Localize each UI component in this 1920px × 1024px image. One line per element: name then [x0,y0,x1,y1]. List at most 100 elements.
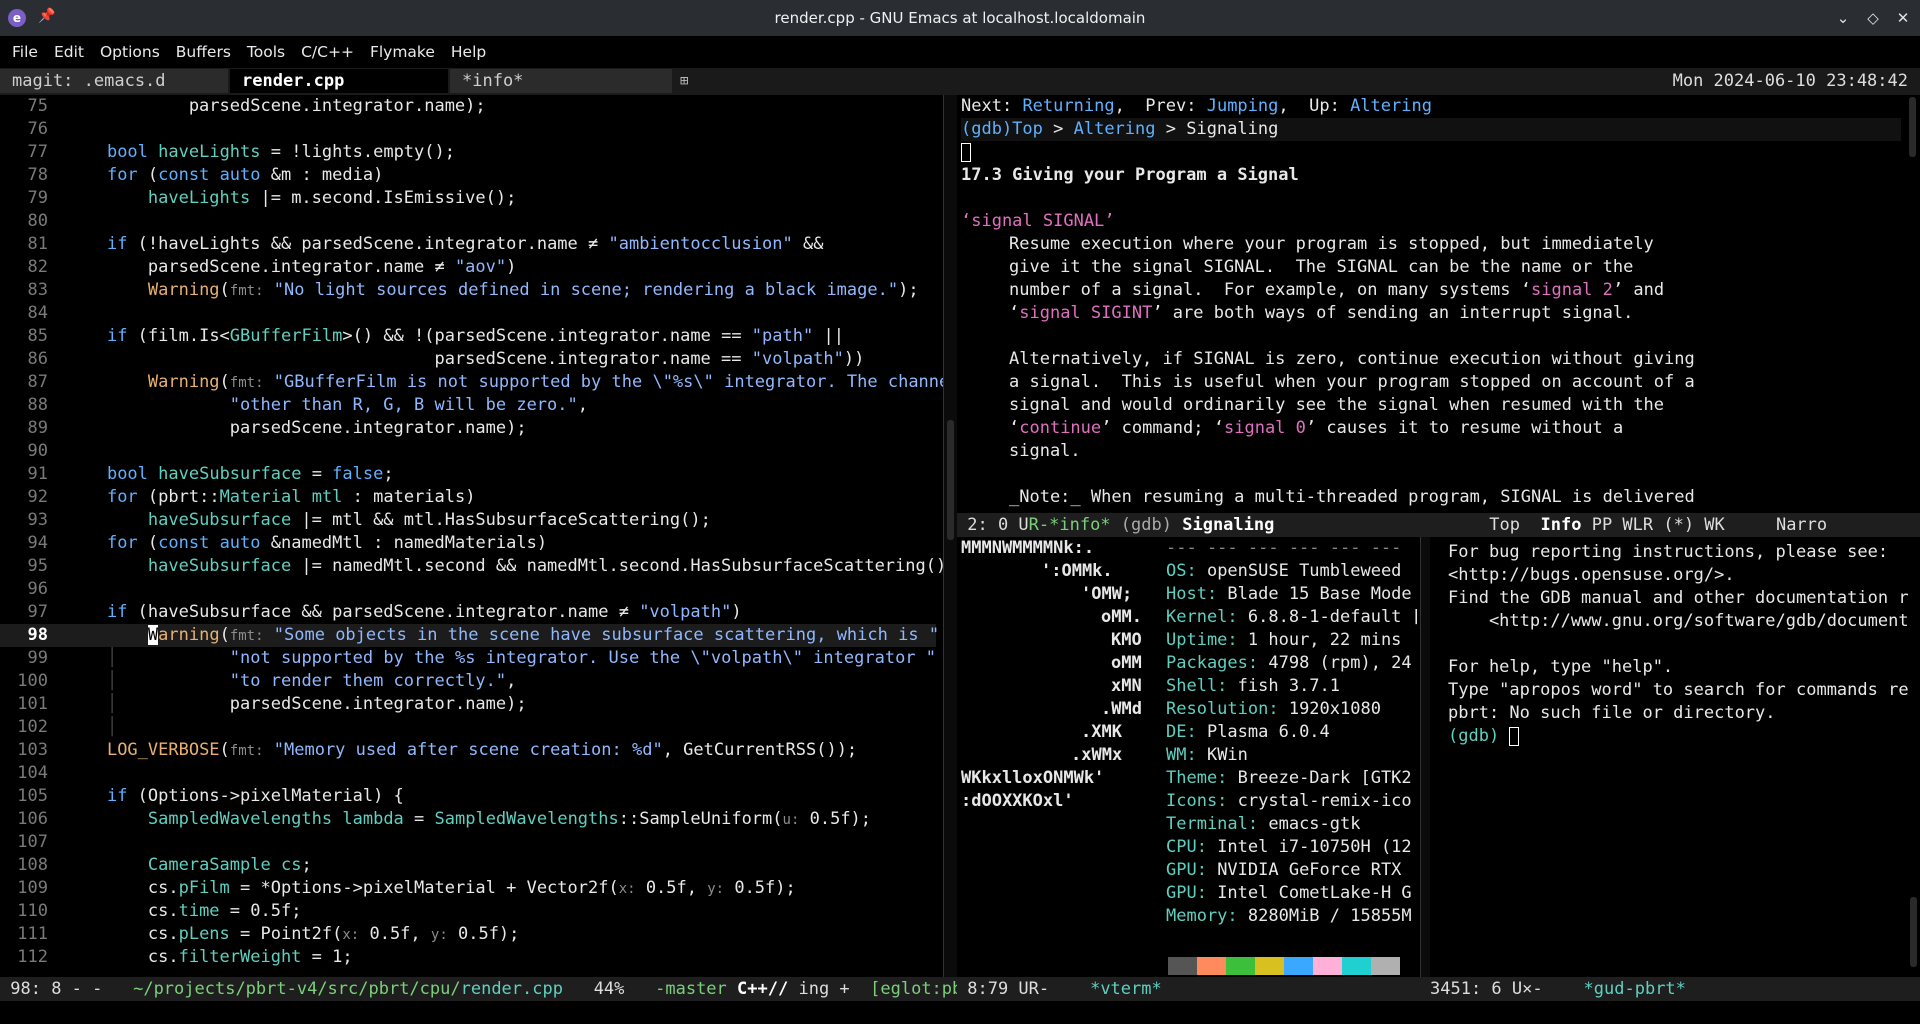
color-swatch [1371,957,1400,975]
code-line: │ "not supported by the %s integrator. U… [106,648,937,668]
window-divider[interactable] [943,95,957,977]
code-line: cs.pLens = Point2f(x: 0.5f, y: 0.5f); [66,924,520,944]
menu-options[interactable]: Options [92,43,168,61]
breadcrumb-top[interactable]: (gdb)Top [961,119,1043,139]
neofetch-row: DE: Plasma 6.0.4 [1166,721,1330,744]
menu-buffers[interactable]: Buffers [168,43,239,61]
neofetch-separator: --- --- --- --- --- --- [1166,538,1402,558]
gud-pane[interactable]: For bug reporting instructions, please s… [1430,537,1920,977]
editor-scrollbar-thumb[interactable] [947,420,954,540]
info-text: ‘continue’ command; ‘signal 0’ causes it… [1009,418,1624,438]
info-up-link[interactable]: Altering [1350,96,1432,116]
logo-line: WKkxlloxONMWk' [961,768,1105,788]
neofetch-value: 1 hour, 22 mins [1237,630,1402,650]
info-cursor [961,141,971,164]
logo-line: .XMK [1081,722,1122,742]
neofetch-value: 4798 (rpm), 24 [1258,653,1412,673]
menu-cpp[interactable]: C/C++ [293,43,362,61]
neofetch-key: Terminal: [1166,814,1259,834]
info-next-link[interactable]: Returning [1022,96,1114,116]
neofetch-key: Shell: [1166,676,1228,696]
menu-edit[interactable]: Edit [46,43,92,61]
line-number: 84 [27,303,48,323]
neofetch-value: Intel CometLake-H G [1206,883,1412,903]
code-line: for (const auto &m : media) [106,165,384,185]
minimize-icon[interactable]: ⌄ [1832,7,1854,29]
line-number: 106 [17,809,48,829]
code-line: parsedScene.integrator.name); [66,418,527,438]
neofetch-row: Packages: 4798 (rpm), 24 [1166,652,1412,675]
line-number: 94 [27,533,48,553]
color-swatch [1284,957,1313,975]
line-number: 102 [17,717,48,737]
line-number: 86 [27,349,48,369]
tab-info[interactable]: *info* [450,69,672,93]
neofetch-value: KWin [1196,745,1248,765]
neofetch-value: fish 3.7.1 [1227,676,1341,696]
line-number: 109 [17,878,48,898]
line-number: 92 [27,487,48,507]
logo-line: :dOOXXKOxl' [961,791,1074,811]
neofetch-value: Intel i7-10750H (12 [1206,837,1412,857]
info-pane[interactable]: Next: Returning, Prev: Jumping, Up: Alte… [957,95,1920,513]
vterm-modeline: 8:79 UR- *vterm* [957,977,1430,1001]
gud-line: Find the GDB manual and other documentat… [1448,588,1909,608]
clock: Mon 2024-06-10 23:48:42 [1672,71,1908,91]
gdb-prompt[interactable]: (gdb) [1448,725,1520,748]
neofetch-row: Terminal: emacs-gtk [1166,813,1360,836]
code-line: if (!haveLights && parsedScene.integrato… [106,234,824,254]
breadcrumb-altering[interactable]: Altering [1074,119,1156,139]
code-line-current: Warning(fmt: "Some objects in the scene … [147,625,940,645]
logo-line: oMM. [1101,607,1142,627]
tab-bar: magit: .emacs.d render.cpp *info* ⊞ Mon … [0,68,1920,95]
menu-tools[interactable]: Tools [239,43,293,61]
line-number: 103 [17,740,48,760]
menu-help[interactable]: Help [443,43,494,61]
neofetch-key: Resolution: [1166,699,1279,719]
info-heading: 17.3 Giving your Program a Signal [961,165,1299,185]
window-divider[interactable] [1420,537,1430,977]
tab-magit[interactable]: magit: .emacs.d [0,69,228,93]
info-scrollbar-thumb[interactable] [1909,97,1916,157]
close-icon[interactable]: ✕ [1892,7,1914,29]
gud-scrollbar-thumb[interactable] [1910,897,1917,967]
line-number: 108 [17,855,48,875]
code-line: haveSubsurface |= mtl && mtl.HasSubsurfa… [147,510,711,530]
menu-file[interactable]: File [4,43,46,61]
code-line: haveSubsurface |= namedMtl.second && nam… [147,556,943,576]
color-swatch [1168,957,1197,975]
line-number: 88 [27,395,48,415]
line-number: 110 [17,901,48,921]
line-number: 112 [17,947,48,967]
code-line: │ "to render them correctly.", [106,671,517,691]
neofetch-key: GPU: [1166,860,1207,880]
line-number: 100 [17,671,48,691]
menu-flymake[interactable]: Flymake [362,43,443,61]
info-text: number of a signal. For example, on many… [1009,280,1665,300]
code-line: │ parsedScene.integrator.name); [106,694,527,714]
gud-line: <http://www.gnu.org/software/gdb/documen… [1448,611,1909,631]
logo-line: KMO [1111,630,1142,650]
code-line: bool haveLights = !lights.empty(); [106,142,455,162]
info-text: a signal. This is useful when your progr… [1009,372,1695,392]
info-text: Alternatively, if SIGNAL is zero, contin… [1009,349,1695,369]
code-line: LOG_VERBOSE(fmt: "Memory used after scen… [106,740,858,760]
color-swatch [1313,957,1342,975]
maximize-icon[interactable]: ◇ [1862,7,1884,29]
vterm-pane[interactable]: MMMNWMMMMNk:. ':OMMk. 'OMW; oMM. KMO oMM xMN .W… [957,537,1417,977]
tab-render-cpp[interactable]: render.cpp [230,69,448,93]
line-number: 85 [27,326,48,346]
info-prev-link[interactable]: Jumping [1207,96,1279,116]
neofetch-row: WM: KWin [1166,744,1248,767]
info-cmd: ‘signal SIGNAL’ [961,211,1115,231]
neofetch-row: Icons: crystal-remix-ico [1166,790,1412,813]
line-number: 95 [27,556,48,576]
new-tab-icon[interactable]: ⊞ [680,68,688,95]
neofetch-key: CPU: [1166,837,1207,857]
editor-pane[interactable]: 75 76 77 78 79 80 81 82 83 84 85 86 87 88 89 90 91 92 93 94… [0,95,943,977]
color-swatch [1197,957,1226,975]
gud-modeline: 3451: 6 U×- *gud-pbrt* [1430,977,1920,1001]
neofetch-key: Host: [1166,584,1218,604]
info-text: signal and would ordinarily see the sign… [1009,395,1665,415]
info-text: Resume execution where your program is s… [1009,234,1654,254]
